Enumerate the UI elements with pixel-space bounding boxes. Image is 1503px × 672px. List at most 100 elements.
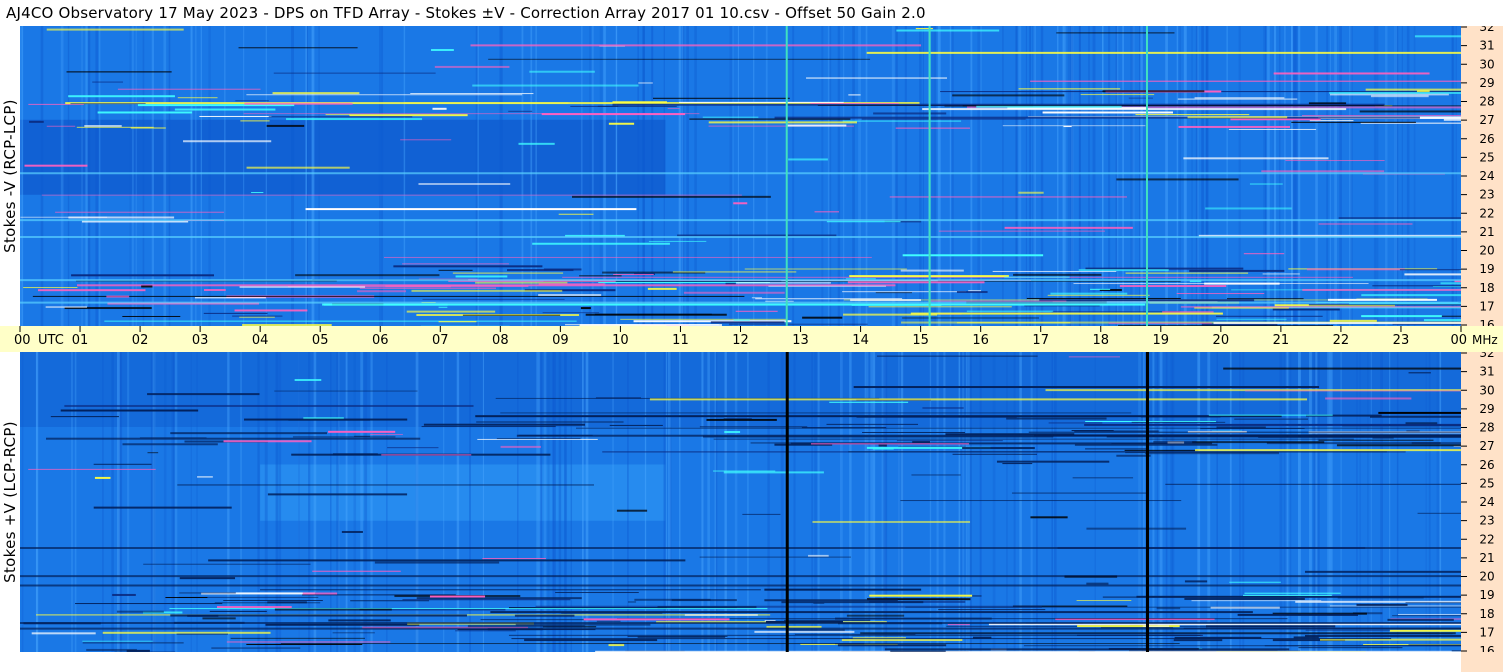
- time-tick-label: 03: [192, 333, 209, 348]
- persistent-signal-line: [20, 301, 1461, 304]
- interference-streak: [1228, 128, 1317, 130]
- interference-streak: [1273, 72, 1430, 75]
- interference-streak: [710, 321, 785, 324]
- interference-streak: [402, 263, 509, 265]
- interference-streak: [1423, 319, 1461, 322]
- persistent-signal-line: [20, 219, 1461, 222]
- interference-streak: [423, 423, 586, 426]
- interference-streak: [404, 102, 569, 104]
- interference-streak: [37, 289, 146, 292]
- interference-streak: [226, 641, 391, 643]
- interference-streak: [595, 650, 1461, 652]
- interference-streak: [204, 289, 226, 292]
- interference-streak: [806, 77, 948, 79]
- bottom-panel-ylabel: Stokes +V (LCP-RCP): [1, 421, 20, 583]
- interference-streak: [66, 71, 172, 73]
- interference-streak: [706, 418, 777, 421]
- interference-streak: [595, 313, 712, 315]
- persistent-signal-line: [20, 279, 1461, 282]
- interference-streak: [508, 110, 533, 112]
- interference-streak: [1243, 594, 1332, 596]
- interference-streak: [438, 269, 473, 271]
- interference-streak: [350, 600, 430, 602]
- interference-streak: [106, 295, 130, 298]
- interference-streak: [384, 256, 872, 258]
- interference-streak: [402, 599, 571, 601]
- interference-streak: [802, 316, 843, 319]
- interference-streak: [1002, 463, 1033, 465]
- interference-streak: [878, 444, 887, 447]
- interference-streak: [538, 283, 605, 286]
- interference-streak: [1192, 441, 1325, 444]
- persistent-signal-line: [20, 547, 1461, 549]
- interference-streak: [723, 471, 824, 474]
- interference-streak: [431, 49, 454, 52]
- persistent-signal-line: [20, 622, 1461, 624]
- interference-streak: [1084, 423, 1461, 426]
- interference-streak: [1180, 306, 1461, 308]
- stokes-plus-v-spectrogram[interactable]: [20, 352, 1461, 652]
- noise-column: [336, 352, 340, 652]
- interference-streak: [895, 127, 970, 129]
- interference-streak: [966, 310, 1054, 312]
- interference-streak: [1026, 297, 1181, 299]
- interference-streak: [1187, 116, 1288, 119]
- interference-streak: [1372, 285, 1461, 287]
- interference-streak: [1153, 440, 1197, 443]
- freq-tick-label: 32: [1479, 352, 1494, 360]
- interference-streak: [1116, 178, 1239, 181]
- interference-streak: [246, 166, 350, 169]
- noise-column: [196, 352, 198, 652]
- interference-streak: [1071, 430, 1114, 432]
- noise-column: [345, 352, 348, 652]
- stokes-minus-v-spectrogram[interactable]: [20, 26, 1461, 326]
- interference-streak: [45, 306, 88, 308]
- interference-streak: [896, 440, 1003, 442]
- noise-column: [174, 352, 178, 652]
- interference-streak: [1042, 111, 1173, 114]
- interference-streak: [905, 606, 1461, 608]
- interference-streak: [295, 274, 440, 277]
- interference-streak: [194, 297, 266, 299]
- interference-streak: [1405, 602, 1461, 604]
- interference-streak: [104, 320, 577, 322]
- interference-streak: [723, 418, 752, 420]
- freq-tick-label: 26: [1479, 458, 1494, 472]
- interference-streak: [683, 291, 785, 294]
- freq-tick-label: 30: [1479, 57, 1494, 71]
- interference-streak: [576, 427, 1461, 429]
- interference-streak: [71, 274, 214, 277]
- noise-column: [117, 352, 120, 652]
- time-tick-label: 14: [852, 333, 869, 348]
- noise-column: [163, 352, 167, 652]
- interference-streak: [238, 47, 358, 49]
- interference-streak: [1370, 415, 1461, 418]
- interference-streak: [1178, 125, 1291, 128]
- utc-label: UTC: [38, 333, 64, 348]
- interference-streak: [1234, 418, 1309, 420]
- interference-streak: [438, 306, 448, 308]
- interference-streak: [410, 93, 534, 95]
- freq-tick-label: 25: [1479, 476, 1494, 490]
- persistent-signal-line: [20, 236, 1461, 238]
- interference-streak: [812, 520, 971, 523]
- interference-streak: [910, 312, 1223, 315]
- noise-column: [415, 352, 419, 652]
- interference-streak: [541, 113, 686, 116]
- interference-streak: [234, 309, 308, 312]
- noise-column: [127, 352, 130, 652]
- interference-streak: [672, 271, 797, 273]
- interference-streak: [223, 440, 312, 443]
- interference-streak: [223, 600, 323, 602]
- interference-streak: [754, 630, 855, 633]
- freq-tick-label: 27: [1479, 439, 1494, 453]
- interference-streak: [511, 638, 1392, 640]
- interference-streak: [55, 211, 224, 213]
- interference-streak: [174, 108, 276, 111]
- time-tick-label: 13: [792, 333, 809, 348]
- interference-streak: [835, 643, 865, 645]
- noise-column: [35, 352, 39, 652]
- interference-streak: [438, 321, 477, 323]
- interference-streak: [432, 107, 447, 110]
- interference-streak: [246, 643, 363, 645]
